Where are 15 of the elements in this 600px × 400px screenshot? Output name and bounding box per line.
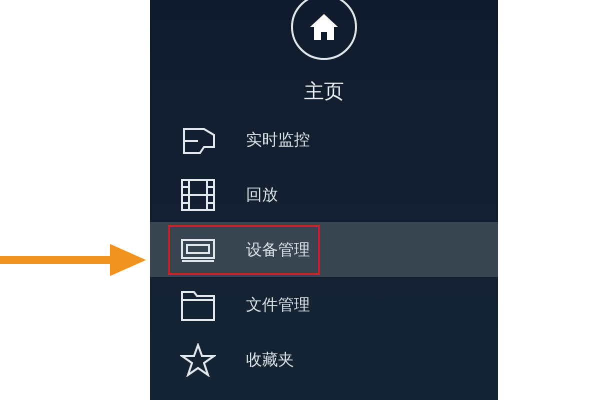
menu-item[interactable]: 文件管理 (150, 277, 498, 332)
home-button[interactable] (291, 0, 357, 60)
menu-label: 实时监控 (246, 128, 310, 150)
menu-label: 文件管理 (246, 294, 310, 316)
home-icon (309, 13, 339, 41)
home-title: 主页 (304, 78, 344, 104)
menu-item[interactable]: 设备管理 (150, 222, 498, 277)
menu-label: 回放 (246, 184, 278, 206)
menu-item[interactable]: 实时监控 (150, 112, 498, 167)
film-icon (180, 178, 216, 212)
menu-label: 收藏夹 (246, 348, 294, 370)
menu-item[interactable]: 收藏夹 (150, 332, 498, 387)
menu-item[interactable]: 回放 (150, 167, 498, 222)
menu-label: 设备管理 (246, 238, 310, 260)
star-icon (180, 342, 216, 376)
